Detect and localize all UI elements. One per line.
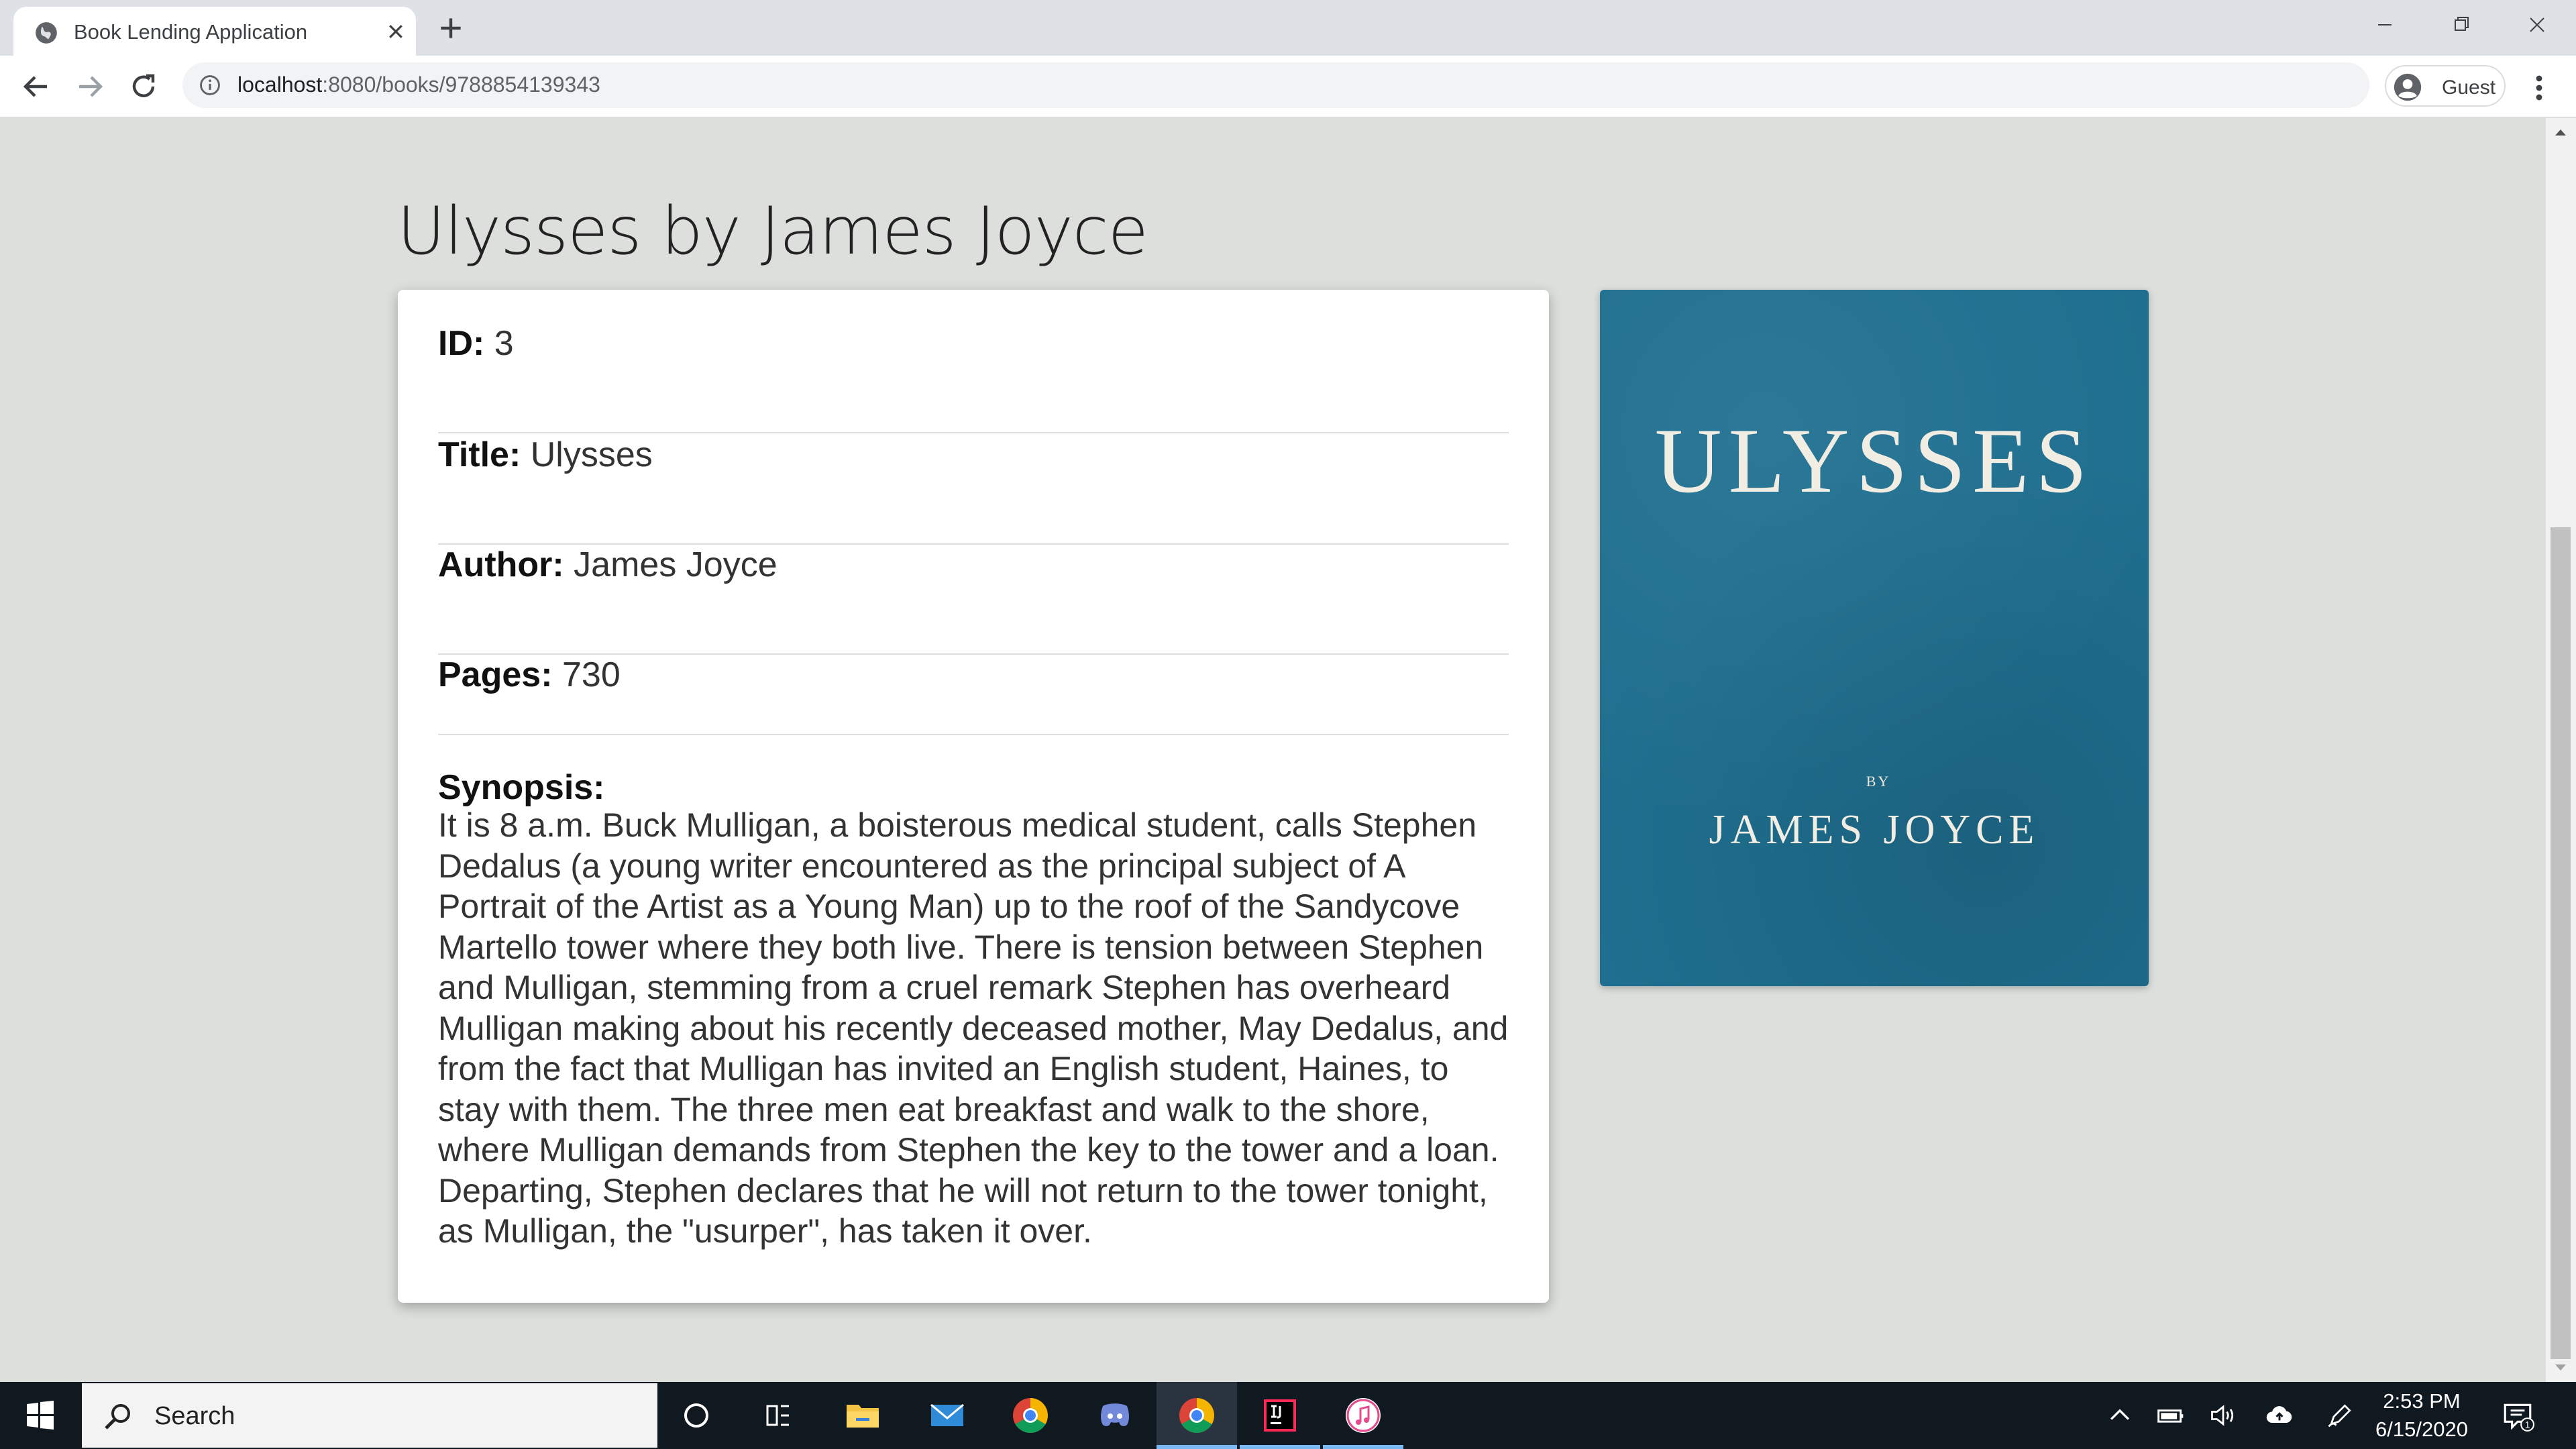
active-indicator (1157, 1445, 1237, 1449)
intellij-icon[interactable] (1260, 1395, 1300, 1436)
profile-name: Guest (2442, 76, 2496, 99)
cloud-upload-icon[interactable] (2265, 1401, 2294, 1430)
title-label: Title: (438, 435, 521, 474)
author-label: Author: (438, 545, 564, 584)
windows-taskbar: Search 2:53 PM 6/15/2020 1 (0, 1382, 2576, 1449)
url-text: localhost:8080/books/9788854139343 (237, 72, 600, 97)
task-view-icon[interactable] (758, 1395, 798, 1436)
address-bar[interactable]: localhost:8080/books/9788854139343 (182, 62, 2369, 108)
search-placeholder: Search (154, 1402, 235, 1430)
battery-icon[interactable] (2156, 1401, 2186, 1430)
vertical-scrollbar[interactable] (2546, 118, 2576, 1382)
scrollbar-thumb[interactable] (2551, 527, 2571, 1359)
back-arrow-icon[interactable] (20, 70, 52, 103)
detail-row-title: Title: Ulysses (438, 435, 1509, 545)
close-tab-icon[interactable] (386, 21, 406, 42)
discord-icon[interactable] (1095, 1395, 1135, 1436)
scroll-down-arrow-icon[interactable] (2554, 1363, 2567, 1373)
minimize-icon[interactable] (2365, 8, 2405, 42)
chevron-up-icon[interactable] (2105, 1401, 2135, 1430)
system-clock[interactable]: 2:53 PM 6/15/2020 (2365, 1387, 2479, 1444)
mail-icon[interactable] (927, 1395, 967, 1436)
file-explorer-icon[interactable] (843, 1395, 883, 1436)
notification-count: 1 (2525, 1420, 2530, 1430)
detail-row-author: Author: James Joyce (438, 545, 1509, 655)
id-label: ID: (438, 324, 485, 363)
browser-toolbar: localhost:8080/books/9788854139343 Guest (0, 56, 2576, 118)
title-value: Ulysses (530, 435, 653, 474)
author-value: James Joyce (574, 545, 777, 584)
browser-tab-strip: Book Lending Application (0, 0, 2576, 56)
detail-row-id: ID: 3 (438, 323, 1509, 433)
cover-author: JAMES JOYCE (1709, 807, 2040, 853)
synopsis-label: Synopsis: (438, 768, 605, 807)
clock-date: 6/15/2020 (2375, 1417, 2468, 1441)
windows-start-icon[interactable] (0, 1382, 80, 1449)
profile-button[interactable]: Guest (2385, 65, 2506, 107)
cover-texture (1600, 290, 2149, 986)
info-icon[interactable] (199, 74, 221, 97)
chrome-icon[interactable] (1177, 1395, 1217, 1436)
avatar-icon (2394, 73, 2422, 101)
pages-label: Pages: (438, 655, 553, 694)
chrome-icon[interactable] (1010, 1395, 1051, 1436)
active-indicator (1240, 1445, 1320, 1449)
page-title: Ulysses by James Joyce (397, 193, 1148, 270)
new-tab-icon[interactable] (436, 13, 466, 43)
book-cover-image: ULYSSES BY JAMES JOYCE (1600, 290, 2149, 986)
itunes-icon[interactable] (1343, 1395, 1383, 1436)
reload-icon[interactable] (127, 70, 160, 103)
book-details-card: ID: 3 Title: Ulysses Author: James Joyce… (398, 290, 1549, 1303)
forward-arrow-icon[interactable] (74, 70, 106, 103)
pen-icon[interactable] (2325, 1401, 2355, 1430)
cover-title: ULYSSES (1654, 409, 2094, 512)
globe-icon (36, 22, 57, 44)
active-indicator (1323, 1445, 1403, 1449)
id-value: 3 (494, 324, 514, 363)
tab-title: Book Lending Application (74, 20, 308, 44)
detail-row-pages: Pages: 730 (438, 655, 1509, 735)
restore-icon[interactable] (2440, 8, 2481, 42)
page-viewport: Ulysses by James Joyce ID: 3 Title: Ulys… (0, 118, 2546, 1382)
browser-tab[interactable]: Book Lending Application (13, 7, 416, 56)
more-menu-icon[interactable] (2529, 72, 2549, 104)
pages-value: 730 (561, 655, 621, 694)
synopsis-text: It is 8 a.m. Buck Mulligan, a boisterous… (438, 806, 1509, 1250)
cortana-icon[interactable] (676, 1395, 716, 1436)
clock-time: 2:53 PM (2383, 1389, 2461, 1413)
cover-by: BY (1866, 773, 1891, 790)
search-icon (105, 1404, 130, 1430)
scroll-up-arrow-icon[interactable] (2554, 127, 2567, 137)
close-window-icon[interactable] (2517, 8, 2557, 42)
taskbar-search-box[interactable]: Search (82, 1383, 657, 1448)
volume-icon[interactable] (2208, 1401, 2238, 1430)
notification-icon[interactable]: 1 (2501, 1399, 2534, 1433)
